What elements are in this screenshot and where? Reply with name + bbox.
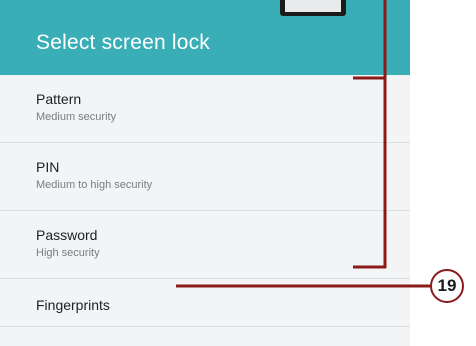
screen-lock-options: Pattern Medium security PIN Medium to hi…: [0, 75, 410, 327]
option-fingerprints[interactable]: Fingerprints: [0, 279, 410, 327]
option-title: Pattern: [36, 91, 82, 107]
android-screen: Select screen lock Pattern Medium securi…: [0, 0, 410, 346]
option-subtitle: Medium security: [36, 111, 117, 123]
app-bar: Select screen lock: [0, 0, 410, 75]
option-subtitle: Medium to high security: [36, 179, 153, 191]
page-title: Select screen lock: [36, 31, 211, 54]
option-password[interactable]: Password High security: [0, 211, 410, 279]
option-pin[interactable]: PIN Medium to high security: [0, 143, 410, 211]
option-title: Password: [36, 227, 98, 243]
option-pattern[interactable]: Pattern Medium security: [0, 75, 410, 143]
option-title: PIN: [36, 159, 60, 175]
callout-number-badge: 19: [430, 269, 464, 303]
option-title: Fingerprints: [36, 297, 110, 313]
device-edge: [280, 0, 346, 16]
option-subtitle: High security: [36, 247, 100, 259]
